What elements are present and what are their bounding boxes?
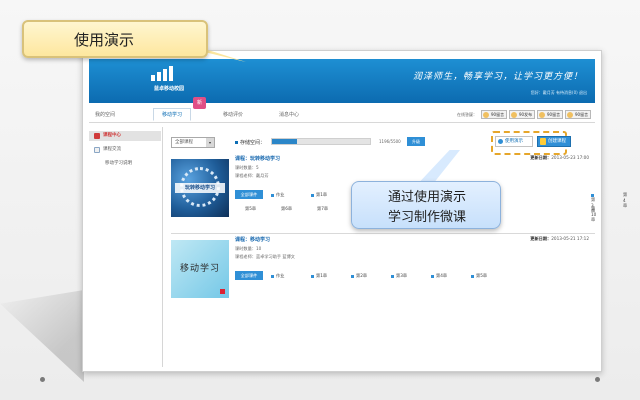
create-course-button[interactable]: 创建课程 xyxy=(537,136,571,147)
chapter-link[interactable]: 第5章 xyxy=(245,206,256,212)
chapter-link[interactable]: 第3章 xyxy=(391,273,407,279)
folder-icon xyxy=(540,138,546,145)
chapter-link[interactable]: 第10章 xyxy=(591,206,596,223)
logo[interactable]: 蓝卓移动校园 xyxy=(139,63,189,97)
course-title[interactable]: 课程：玩转移动学习 xyxy=(235,155,280,162)
sidebar-item-help[interactable]: 移动学习说明 xyxy=(89,159,161,169)
avatar-icon xyxy=(511,112,517,118)
tab-mobile-evaluation[interactable]: 移动评价 xyxy=(223,111,243,118)
tip-line-2: 学习制作微课 xyxy=(387,210,466,225)
sidebar: 课程中心 课程交流 移动学习说明 xyxy=(89,127,163,367)
course-thumbnail[interactable]: 移动学习 xyxy=(171,240,229,298)
logo-bars-icon xyxy=(151,65,173,81)
seal-icon xyxy=(220,289,225,294)
callout-box: 使用演示 xyxy=(22,20,208,58)
callout-text: 使用演示 xyxy=(74,31,135,49)
play-icon xyxy=(498,139,503,144)
chapter-link[interactable]: 作业 xyxy=(271,192,284,198)
user-info[interactable]: 您好：戴月芳 有待消息(0) 退出 xyxy=(531,90,587,96)
slide-bullet-right xyxy=(595,377,600,382)
course-lesson-count: 课时数量：5 xyxy=(235,165,259,170)
sidebar-item-course-center[interactable]: 课程中心 xyxy=(89,131,161,141)
slide-bullet-left xyxy=(40,377,45,382)
course-teacher: 课程老师：戴月芳 xyxy=(235,173,269,178)
chapter-link[interactable]: 第6章 xyxy=(281,206,292,212)
avatar-icon xyxy=(483,112,489,118)
avatar-icon xyxy=(567,112,573,118)
decorative-shadow xyxy=(0,290,84,382)
chapter-link[interactable]: 第5章 xyxy=(471,273,487,279)
course-card: 移动学习 课程：移动学习 课时数量：10 课程老师：蓝卓学习助手 蓝博文 更新日… xyxy=(171,233,595,305)
chapter-link[interactable]: 第4章 xyxy=(623,192,627,209)
course-update-date: 更新日期：2013-05-21 17:12 xyxy=(530,236,589,241)
course-filter-select[interactable]: 全部课程 ▾ xyxy=(171,137,215,148)
avatar-icon xyxy=(539,112,545,118)
mini-button-1[interactable]: 90留言 xyxy=(481,110,507,119)
main-nav: 我的空间 移动学习 移动评价 消息中心 新 在线答疑： 90留言 90发布 90… xyxy=(89,97,595,123)
course-title[interactable]: 课程：移动学习 xyxy=(235,236,270,243)
demo-button[interactable]: 使用演示 xyxy=(495,136,533,147)
storage-usage-text: 1196/5500 xyxy=(379,139,401,144)
tip-bubble: 通过使用演示 学习制作微课 xyxy=(351,181,501,229)
chapter-link[interactable]: 第1章 xyxy=(311,273,327,279)
sidebar-item-course-discussion[interactable]: 课程交流 xyxy=(89,145,161,155)
all-resources-button[interactable]: 全部课件 xyxy=(235,271,263,280)
tab-mobile-learning[interactable]: 移动学习 xyxy=(153,108,192,121)
thumbnail-title: 玩转移动学习 xyxy=(175,183,225,193)
course-thumbnail[interactable]: 玩转移动学习 xyxy=(171,159,229,217)
chapter-link[interactable]: 第1章 xyxy=(311,192,327,198)
logo-text: 蓝卓移动校园 xyxy=(153,86,184,92)
chapter-link[interactable]: 作业 xyxy=(271,273,284,279)
upgrade-button[interactable]: 升级 xyxy=(407,137,425,146)
mini-button-3[interactable]: 90留言 xyxy=(537,110,563,119)
storage-label: 存储空间： xyxy=(235,139,265,146)
new-badge: 新 xyxy=(193,97,206,109)
mini-button-4[interactable]: 90留言 xyxy=(565,110,591,119)
course-update-date: 更新日期：2013-05-23 17:00 xyxy=(530,155,589,160)
slide: { "callout": { "text": "使用演示" }, "tip": … xyxy=(0,0,640,400)
slogan: 润泽师生，畅享学习，让学习更方便！ xyxy=(412,72,583,82)
bullet-icon xyxy=(235,141,238,144)
header-banner: 蓝卓移动校园 润泽师生，畅享学习，让学习更方便！ 您好：戴月芳 有待消息(0) … xyxy=(89,59,595,103)
tab-message-center[interactable]: 消息中心 xyxy=(279,111,299,118)
online-qa-label: 在线答疑： xyxy=(457,112,477,117)
thumbnail-title: 移动学习 xyxy=(179,264,220,274)
chevron-down-icon: ▾ xyxy=(206,138,214,147)
storage-progress-fill xyxy=(272,139,297,144)
tip-line-1: 通过使用演示 xyxy=(387,190,466,205)
chapter-link[interactable]: 第7章 xyxy=(317,206,328,212)
course-teacher: 课程老师：蓝卓学习助手 蓝博文 xyxy=(235,254,295,259)
screenshot-frame: 蓝卓移动校园 润泽师生，畅享学习，让学习更方便！ 您好：戴月芳 有待消息(0) … xyxy=(82,50,627,372)
storage-progress xyxy=(271,138,371,145)
chat-icon xyxy=(94,147,100,153)
book-icon xyxy=(94,133,100,139)
all-resources-button[interactable]: 全部课件 xyxy=(235,190,263,199)
course-lesson-count: 课时数量：10 xyxy=(235,246,262,251)
tab-my-space[interactable]: 我的空间 xyxy=(95,111,115,118)
mini-button-2[interactable]: 90发布 xyxy=(509,110,535,119)
chapter-link[interactable]: 第4章 xyxy=(431,273,447,279)
chapter-link[interactable]: 第2章 xyxy=(351,273,367,279)
